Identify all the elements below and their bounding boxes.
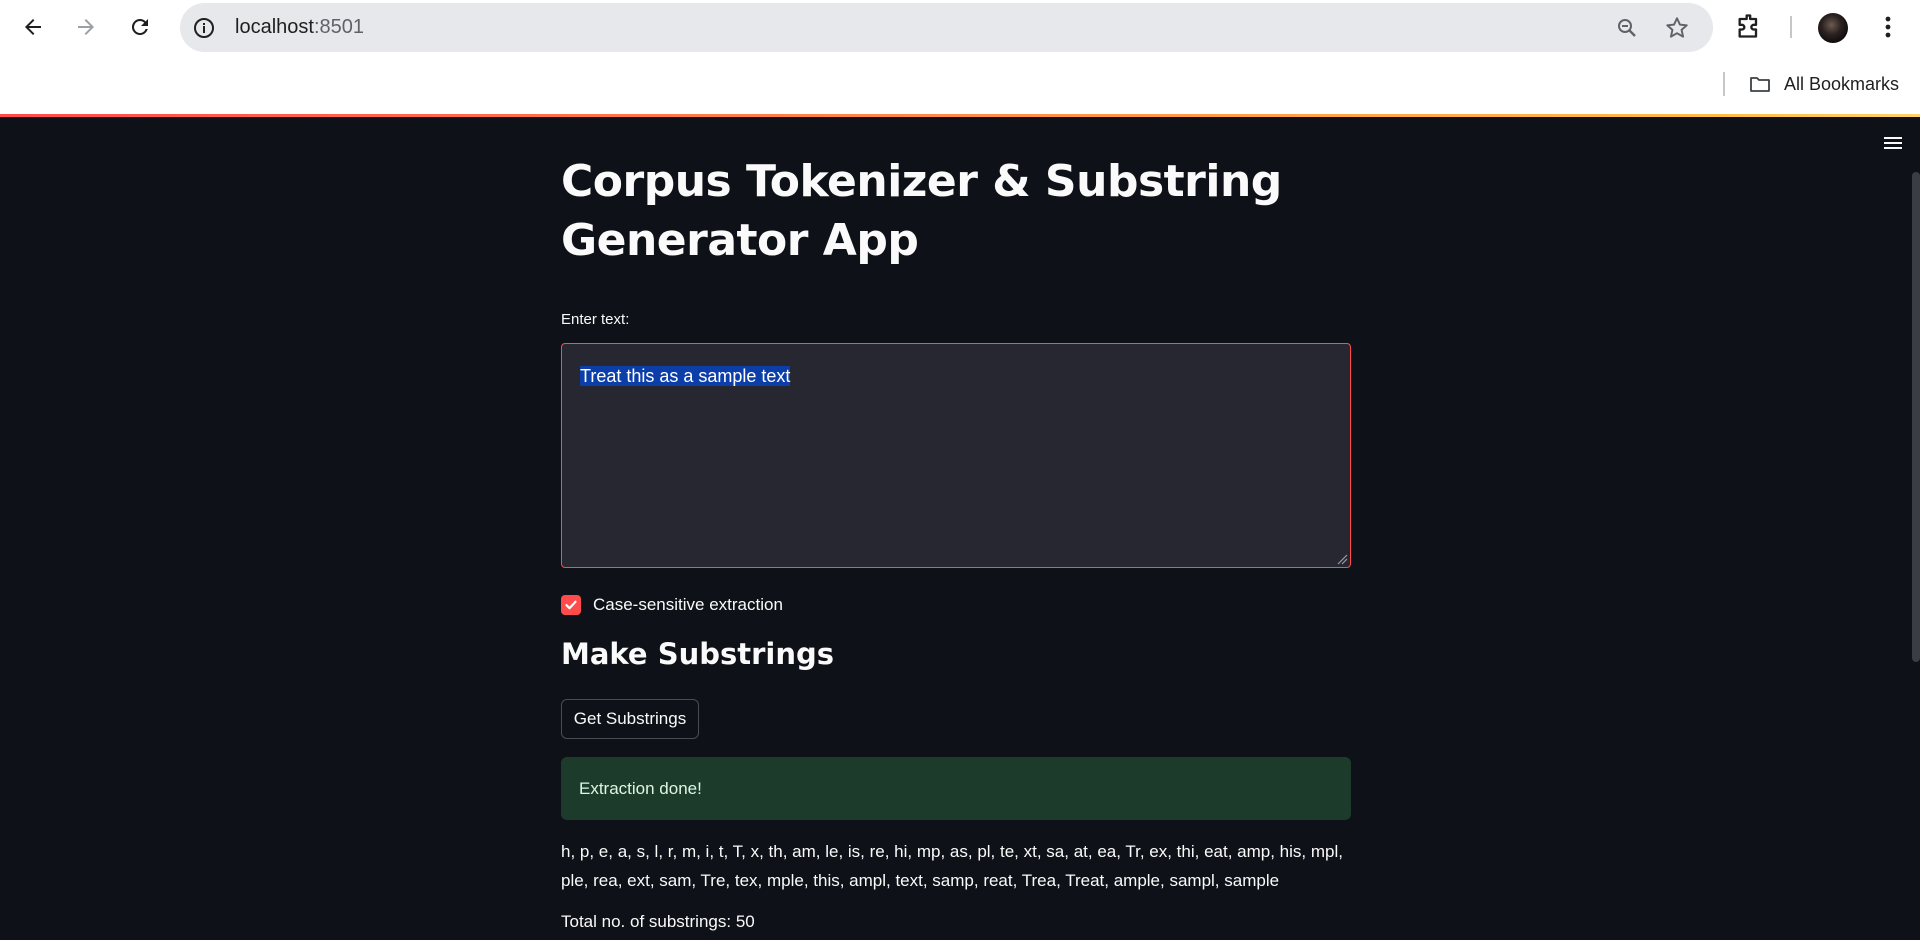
success-alert: Extraction done! [561,757,1351,820]
scrollbar-thumb[interactable] [1912,172,1920,662]
checkbox-label: Case-sensitive extraction [593,595,783,614]
reload-icon [131,18,148,35]
more-vert-icon[interactable] [1876,12,1900,42]
checkbox-box[interactable] [561,595,581,615]
text-input-label: Enter text: [561,311,630,328]
back-arrow-icon [25,19,41,35]
avatar[interactable] [1818,13,1848,43]
checkmark-icon [565,600,577,610]
selected-text: Treat this as a sample text [580,366,791,386]
resize-handle-icon[interactable] [1336,553,1348,565]
forward-button[interactable] [66,7,106,47]
bookmarks-label: All Bookmarks [1784,73,1900,94]
get-substrings-button[interactable]: Get Substrings [561,699,699,739]
info-icon[interactable] [192,16,216,40]
url-host: localhost [235,16,314,38]
total-substrings-text: Total no. of substrings: 50 [561,912,755,931]
folder-icon [1750,77,1770,92]
back-button[interactable] [13,7,53,47]
forward-arrow-icon [78,19,94,35]
all-bookmarks-button[interactable]: All Bookmarks [1748,70,1899,98]
text-input-value[interactable]: Treat this as a sample text [580,364,791,388]
bookmarks-divider [1723,72,1725,96]
star-icon[interactable] [1664,15,1690,41]
substrings-output: h, p, e, a, s, l, r, m, i, t, T, x, th, … [561,842,1343,890]
address-bar[interactable]: localhost:8501 [180,3,1713,52]
reload-button[interactable] [120,7,160,47]
text-input-area[interactable]: Treat this as a sample text [561,343,1351,568]
hamburger-menu-icon[interactable] [1883,135,1903,151]
page-title: Corpus Tokenizer & Substring Generator A… [561,156,1282,266]
streamlit-app: Corpus Tokenizer & Substring Generator A… [0,117,1920,940]
case-sensitive-checkbox[interactable]: Case-sensitive extraction [561,591,783,619]
section-heading: Make Substrings [561,637,835,671]
url-port: :8501 [313,16,364,38]
zoom-icon[interactable] [1615,16,1639,40]
browser-chrome: localhost:8501 All Bookmarks [0,0,1920,117]
alert-text: Extraction done! [579,779,702,798]
toolbar-divider [1790,16,1792,38]
url-text[interactable]: localhost:8501 [235,3,364,52]
extensions-icon[interactable] [1735,12,1763,40]
